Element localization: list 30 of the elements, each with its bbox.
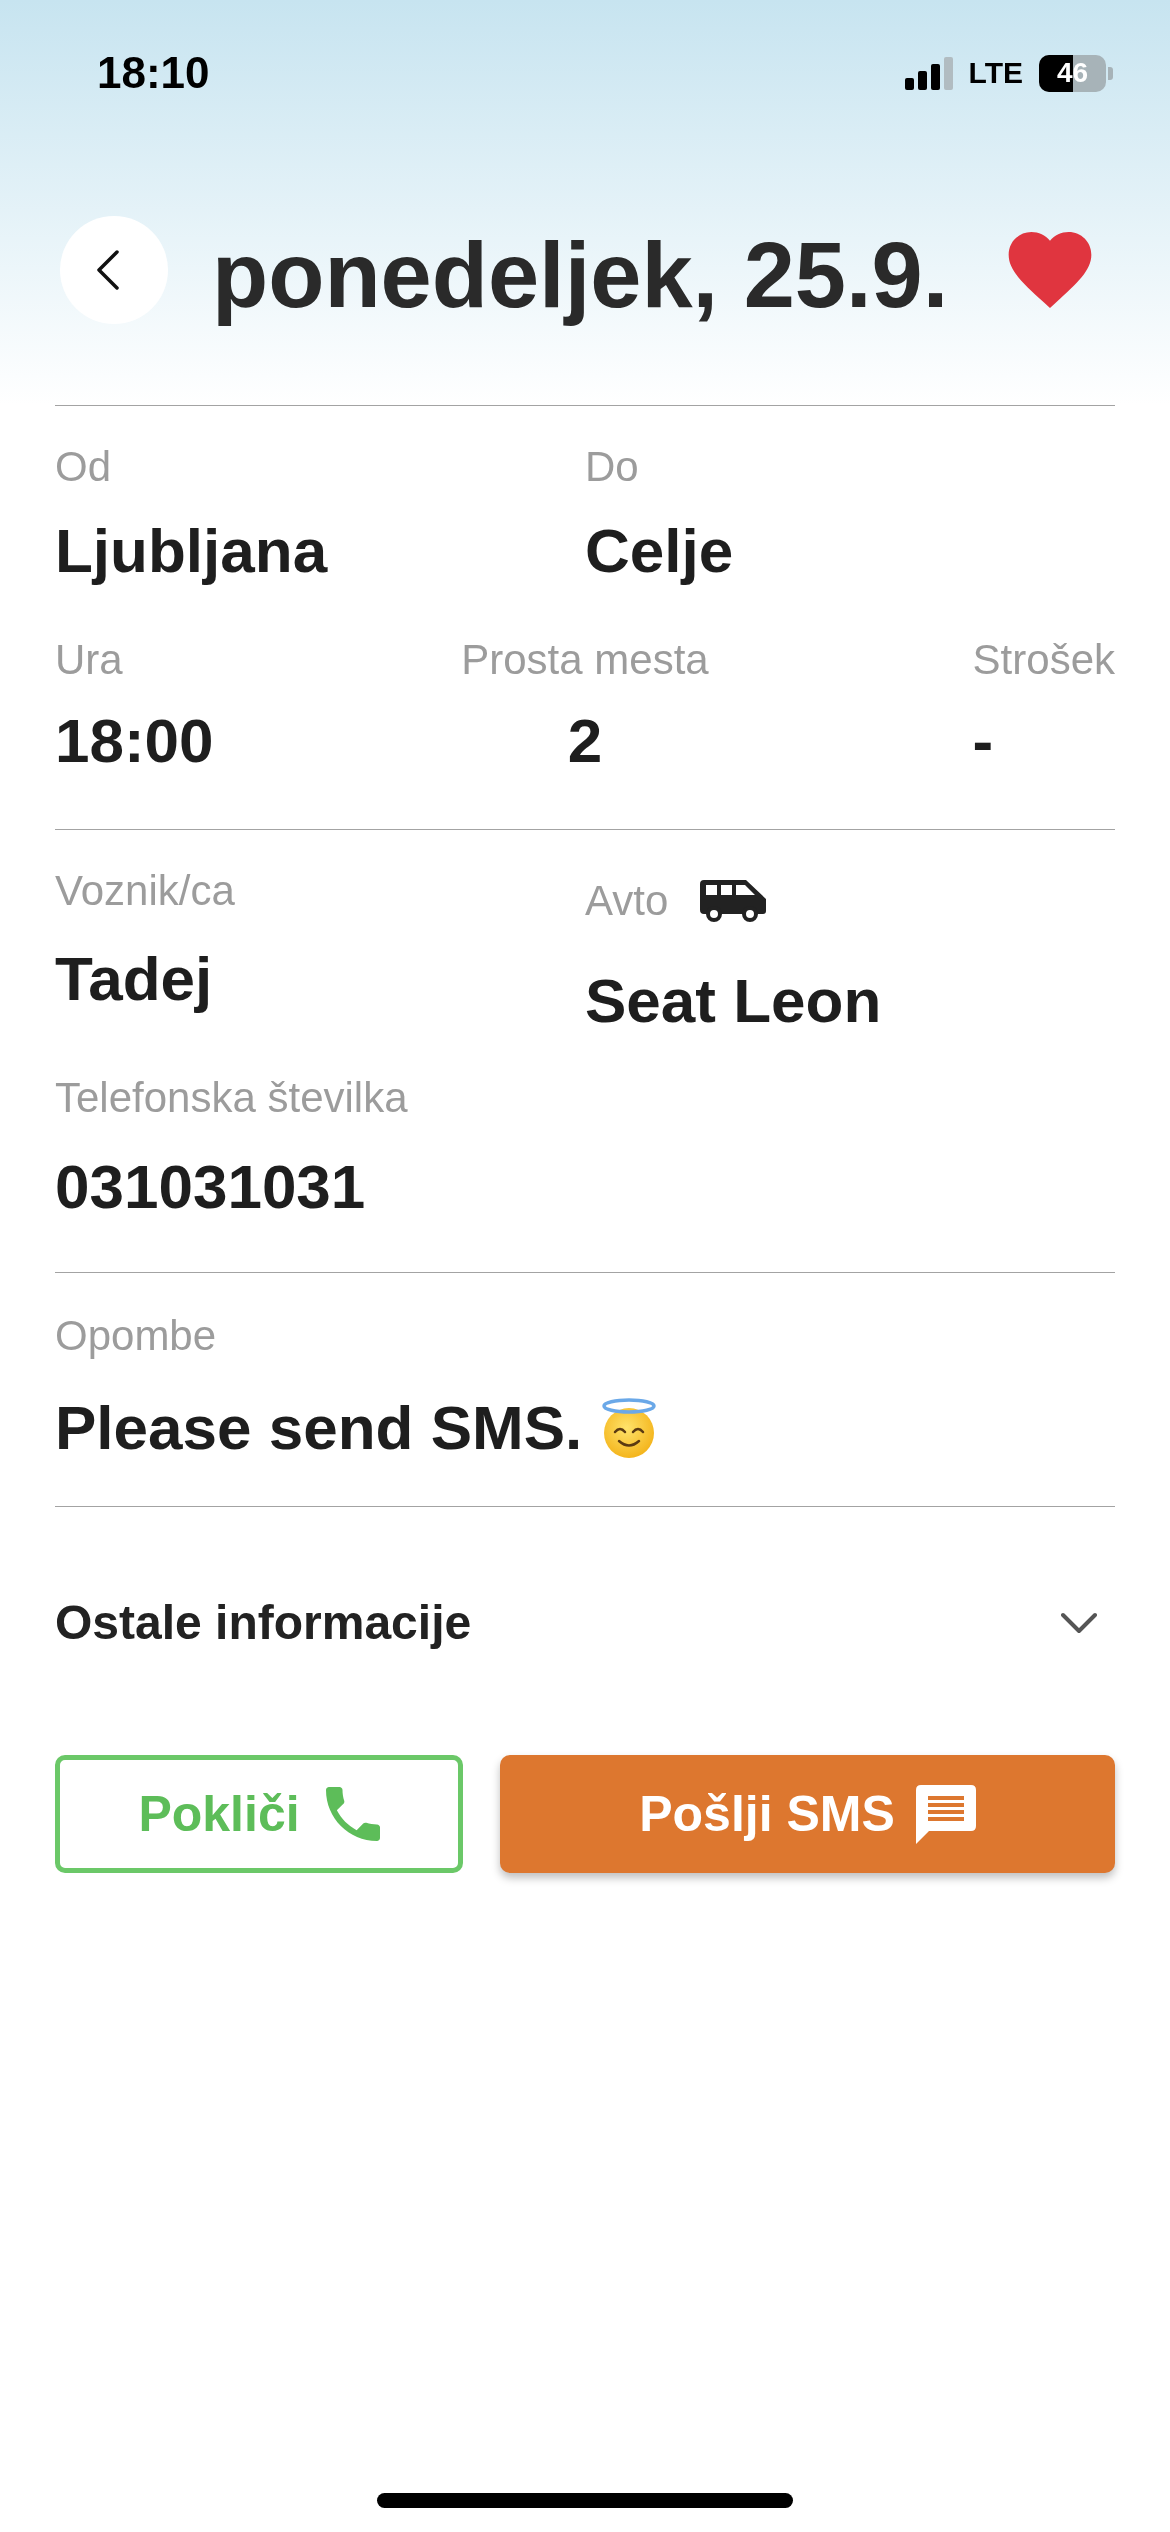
message-icon (915, 1784, 976, 1844)
field-label: Strošek (972, 635, 1115, 685)
field-value: Ljubljana (55, 515, 328, 587)
send-sms-button[interactable]: Pošlji SMS (500, 1755, 1115, 1873)
field-value: Seat Leon (585, 965, 882, 1037)
field-value: Celje (585, 515, 734, 587)
field-value: Tadej (55, 943, 213, 1015)
field-value: 2 (567, 705, 603, 777)
chevron-left-icon (95, 250, 120, 290)
field-label: Avto (585, 876, 669, 926)
heart-icon[interactable] (1006, 230, 1094, 310)
page-title: ponedeljek, 25.9. (212, 223, 949, 328)
call-button[interactable]: Pokliči (55, 1755, 463, 1873)
field-label: Telefonska številka (55, 1073, 408, 1123)
field-label: Voznik/ca (55, 866, 235, 916)
field-value: 031031031 (55, 1151, 366, 1223)
field-value: 18:00 (55, 705, 214, 777)
network-type: LTE (968, 58, 1023, 88)
field-label: Ura (55, 635, 123, 685)
field-label: Prosta mesta (461, 635, 709, 685)
field-label: Do (585, 442, 639, 492)
status-time: 18:10 (97, 51, 210, 95)
more-info-toggle[interactable]: Ostale informacije (55, 1595, 1115, 1651)
field-value: Please send SMS. (55, 1392, 583, 1464)
signal-icon (904, 56, 953, 90)
field-value: - (972, 705, 994, 777)
phone-icon (325, 1787, 380, 1841)
van-icon (700, 880, 767, 922)
field-label: Opombe (55, 1311, 217, 1361)
field-label: Od (55, 442, 112, 492)
